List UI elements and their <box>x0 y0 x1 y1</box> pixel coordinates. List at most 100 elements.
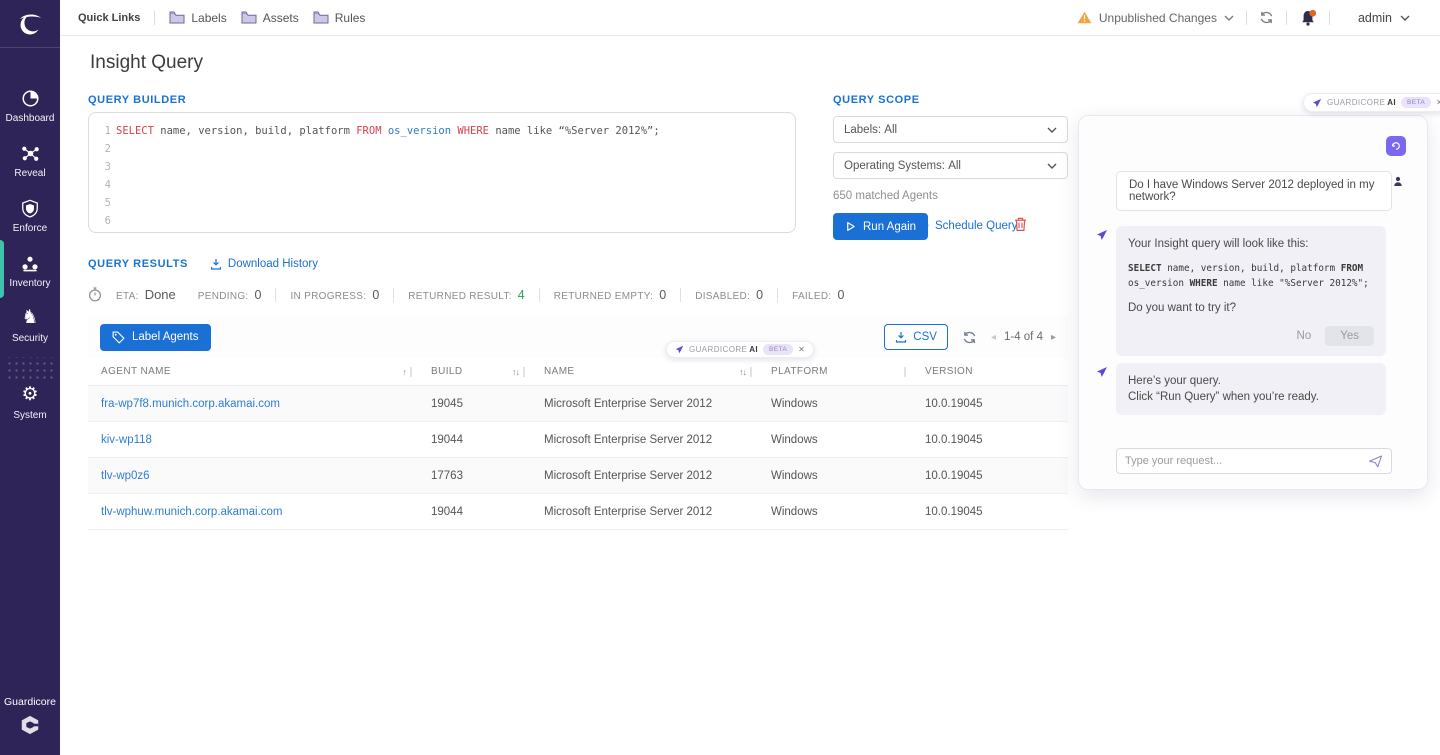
column-header-version[interactable]: VERSION <box>912 366 1068 377</box>
sidebar-item-inventory[interactable]: Inventory <box>0 247 60 302</box>
topbar-divider <box>1286 11 1287 25</box>
user-icon <box>1393 174 1403 192</box>
bell-icon <box>1299 9 1317 27</box>
send-button[interactable] <box>1368 455 1383 468</box>
chevron-down-icon <box>1047 163 1057 169</box>
column-header-agent-name[interactable]: AGENT NAME↑ <box>88 366 418 377</box>
query-scope-label: QUERY SCOPE <box>833 94 920 106</box>
topbar-link-rules[interactable]: Rules <box>313 11 366 25</box>
notifications-button[interactable] <box>1299 9 1317 27</box>
query-editor[interactable]: 1 SELECT name, version, build, platform … <box>88 112 796 233</box>
build-cell: 19044 <box>418 506 531 518</box>
download-history-link[interactable]: Download History <box>210 258 318 270</box>
guardicore-ai-pill[interactable]: GUARDICOREAI BETA ✕ <box>666 341 814 358</box>
chevron-down-icon <box>1400 15 1410 21</box>
agent-link[interactable]: kiv-wp118 <box>101 434 152 446</box>
play-icon <box>845 221 856 232</box>
close-icon[interactable]: ✕ <box>798 345 805 354</box>
sidebar-divider-dots <box>4 357 56 379</box>
page-prev-button[interactable]: ◂ <box>991 332 996 343</box>
sort-asc-icon[interactable]: ↑ <box>403 367 407 377</box>
label-agents-button[interactable]: Label Agents <box>100 324 211 351</box>
version-cell: 10.0.19045 <box>912 434 1068 446</box>
close-icon[interactable]: ✕ <box>1436 98 1440 107</box>
page-title: Insight Query <box>90 52 203 74</box>
sort-icon[interactable]: ↑↓ <box>512 367 519 377</box>
folder-icon <box>169 11 185 24</box>
os-filter-dropdown[interactable]: Operating Systems: All <box>833 152 1068 179</box>
ai-plane-icon <box>1312 98 1322 108</box>
sort-icon[interactable]: ↑↓ <box>739 367 746 377</box>
os-name-cell: Microsoft Enterprise Server 2012 <box>531 398 758 410</box>
guardicore-ai-pill[interactable]: GUARDICOREAI BETA ✕ <box>1303 93 1440 112</box>
refresh-icon <box>962 330 977 345</box>
topbar-link-assets[interactable]: Assets <box>241 11 299 25</box>
akamai-logo-icon <box>15 9 45 39</box>
sidebar-item-system[interactable]: ⚙ System <box>0 379 60 434</box>
delete-query-button[interactable] <box>1014 217 1027 237</box>
version-cell: 10.0.19045 <box>912 506 1068 518</box>
guardicore-logo <box>19 714 41 736</box>
run-again-button[interactable]: Run Again <box>833 213 928 240</box>
chevron-down-icon <box>1224 15 1234 21</box>
pagination-range: 1-4 of 4 <box>1004 331 1043 343</box>
enforce-icon <box>20 196 40 220</box>
guardicore-wordmark: Guardicore <box>0 696 60 708</box>
column-header-build[interactable]: BUILD↑↓ <box>418 366 531 377</box>
table-row[interactable]: tlv-wp0z6 17763 Microsoft Enterprise Ser… <box>88 458 1068 494</box>
matched-agents-count: 650 matched Agents <box>833 190 938 202</box>
ai-message-intro: Your Insight query will look like this: <box>1128 236 1374 252</box>
yes-button[interactable]: Yes <box>1325 326 1374 346</box>
no-button[interactable]: No <box>1297 330 1312 342</box>
guardicore-ai-panel: Do I have Windows Server 2012 deployed i… <box>1078 115 1428 490</box>
send-icon <box>1368 455 1383 468</box>
page-next-button[interactable]: ▸ <box>1051 332 1056 343</box>
sidebar-item-dashboard[interactable]: Dashboard <box>0 82 60 137</box>
dashboard-icon <box>20 86 41 110</box>
quick-links-button[interactable]: Quick Links <box>78 12 140 24</box>
ai-message-bubble: Here’s your query. Click “Run Query” whe… <box>1116 363 1386 415</box>
trash-icon <box>1014 217 1027 232</box>
agent-link[interactable]: tlv-wphuw.munich.corp.akamai.com <box>101 506 283 518</box>
column-divider[interactable] <box>410 367 412 377</box>
export-csv-button[interactable]: CSV <box>884 324 948 350</box>
akamai-logo[interactable] <box>0 0 60 48</box>
sidebar: Dashboard Reveal Enforce Inventory ♞ Sec… <box>0 0 60 755</box>
topbar-divider <box>1246 11 1247 25</box>
labels-filter-dropdown[interactable]: Labels: All <box>833 116 1068 143</box>
table-row[interactable]: kiv-wp118 19044 Microsoft Enterprise Ser… <box>88 422 1068 458</box>
unpublished-changes-dropdown[interactable]: Unpublished Changes <box>1077 11 1234 25</box>
column-header-name[interactable]: NAME↑↓ <box>531 366 758 377</box>
beta-badge: BETA <box>1401 97 1431 108</box>
sync-button[interactable] <box>1259 10 1274 25</box>
column-divider[interactable] <box>523 367 525 377</box>
refresh-results-button[interactable] <box>962 330 977 345</box>
sidebar-item-reveal[interactable]: Reveal <box>0 137 60 192</box>
admin-menu[interactable]: admin <box>1358 11 1410 25</box>
sidebar-item-label: Reveal <box>14 168 45 179</box>
column-divider[interactable] <box>904 367 906 377</box>
ai-message-bubble: Your Insight query will look like this: … <box>1116 226 1386 356</box>
platform-cell: Windows <box>758 434 912 446</box>
column-divider[interactable] <box>750 367 752 377</box>
clock-icon <box>916 219 929 232</box>
pagination: ◂ 1-4 of 4 ▸ <box>991 331 1056 343</box>
build-cell: 19045 <box>418 398 531 410</box>
sidebar-item-security[interactable]: ♞ Security <box>0 302 60 357</box>
sidebar-item-enforce[interactable]: Enforce <box>0 192 60 247</box>
table-row[interactable]: tlv-wphuw.munich.corp.akamai.com 19044 M… <box>88 494 1068 530</box>
chat-input[interactable] <box>1125 455 1368 467</box>
schedule-query-link[interactable]: Schedule Query <box>916 219 1017 232</box>
folder-icon <box>313 11 329 24</box>
line-number: 3 <box>89 158 111 176</box>
topbar-divider <box>1329 11 1330 25</box>
table-row[interactable]: fra-wp7f8.munich.corp.akamai.com 19045 M… <box>88 386 1068 422</box>
topbar-link-labels[interactable]: Labels <box>169 11 226 25</box>
restart-conversation-button[interactable] <box>1386 136 1406 156</box>
agent-link[interactable]: tlv-wp0z6 <box>101 470 150 482</box>
agent-link[interactable]: fra-wp7f8.munich.corp.akamai.com <box>101 398 280 410</box>
column-header-platform[interactable]: PLATFORM <box>758 366 912 377</box>
topbar: Quick Links Labels Assets Rules Unpublis… <box>60 0 1440 36</box>
results-table: Label Agents CSV ◂ 1-4 of 4 ▸ AGENT NAME… <box>88 316 1068 530</box>
stat-returned-result: RETURNED RESULT:4 <box>408 288 524 302</box>
